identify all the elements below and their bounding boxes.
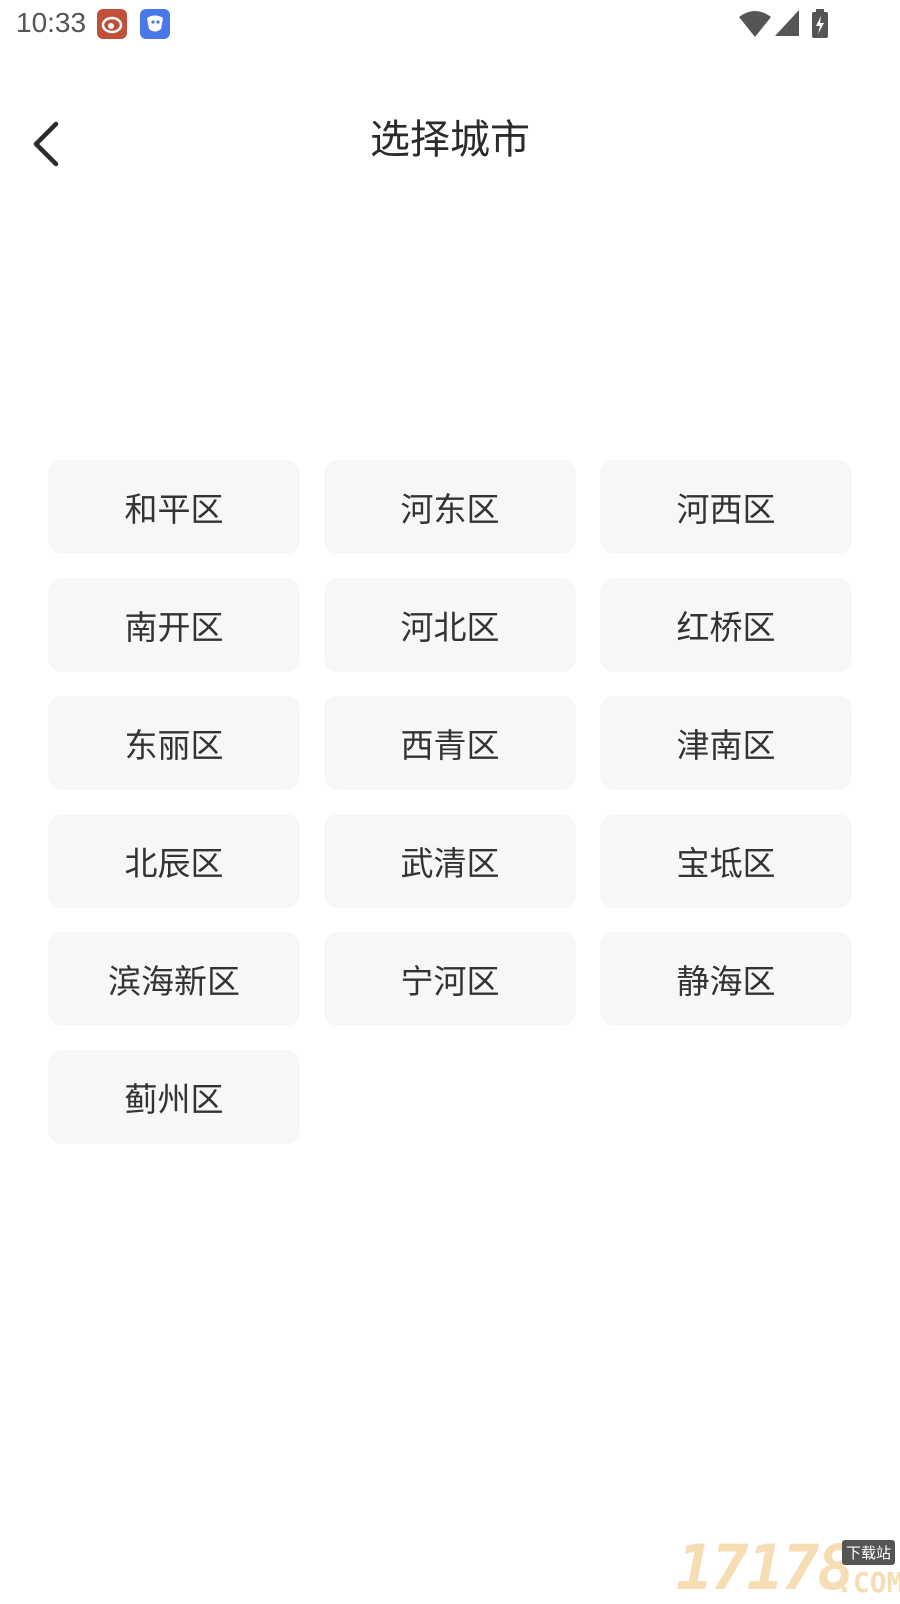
district-grid: 和平区 河东区 河西区南开区 河北区 红桥区东丽区 西青区 津南区北辰区 武清区 宝坻区滨海新区… [48, 460, 854, 1144]
watermark-suffix: .COM [836, 1566, 900, 1599]
district-button[interactable]: 南开区 [48, 578, 300, 672]
bird-app-icon [140, 9, 170, 39]
district-button[interactable]: 河北区 [324, 578, 576, 672]
district-button[interactable]: 静海区 [600, 932, 852, 1026]
district-button[interactable]: 河西区 [600, 460, 852, 554]
cellular-signal-icon [775, 10, 799, 36]
district-button[interactable]: 河东区 [324, 460, 576, 554]
district-button[interactable]: 红桥区 [600, 578, 852, 672]
district-button[interactable]: 蓟州区 [48, 1050, 300, 1144]
watermark-digits: 17178 [676, 1531, 855, 1604]
district-button[interactable]: 津南区 [600, 696, 852, 790]
district-button[interactable]: 东丽区 [48, 696, 300, 790]
district-button[interactable]: 和平区 [48, 460, 300, 554]
district-button[interactable]: 北辰区 [48, 814, 300, 908]
district-button[interactable]: 武清区 [324, 814, 576, 908]
district-button[interactable]: 西青区 [324, 696, 576, 790]
weibo-icon [97, 9, 127, 39]
district-button[interactable]: 宝坻区 [600, 814, 852, 908]
district-button[interactable]: 宁河区 [324, 932, 576, 1026]
status-bar: 10:33 [0, 0, 900, 48]
wifi-icon [739, 11, 771, 37]
battery-charging-icon [812, 9, 828, 38]
watermark-tag: 下载站 [842, 1540, 896, 1565]
watermark-logo: 17178 下载站 .COM [676, 1536, 900, 1600]
district-button[interactable]: 滨海新区 [48, 932, 300, 1026]
status-time: 10:33 [16, 7, 87, 38]
page-title: 选择城市 [370, 117, 530, 163]
